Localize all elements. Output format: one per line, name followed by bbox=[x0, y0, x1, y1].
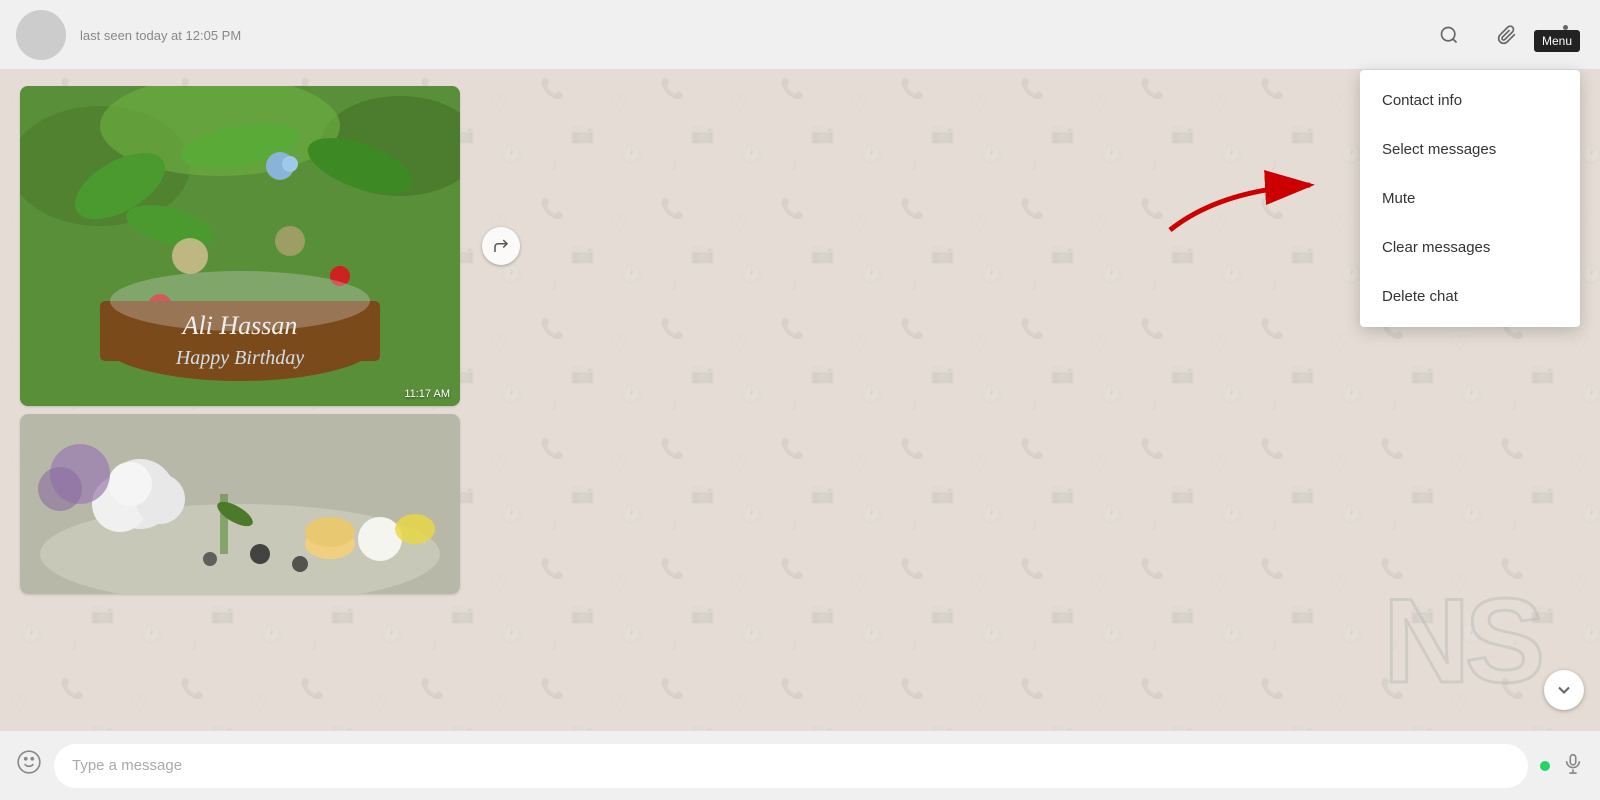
message-bubble-flowers bbox=[20, 414, 460, 594]
forward-icon bbox=[492, 237, 510, 255]
message-input[interactable] bbox=[54, 744, 1528, 788]
attach-button[interactable] bbox=[1488, 16, 1526, 54]
cake-svg: Ali Hassan Happy Birthday bbox=[20, 86, 460, 406]
forward-button[interactable] bbox=[482, 227, 520, 265]
dropdown-menu: Contact info Select messages Mute Clear … bbox=[1360, 70, 1580, 327]
message-received-flowers bbox=[20, 414, 520, 594]
emoji-icon bbox=[16, 749, 42, 775]
header-icons: Menu bbox=[1430, 16, 1584, 54]
emoji-button[interactable] bbox=[16, 749, 42, 782]
paperclip-icon bbox=[1497, 25, 1517, 45]
microphone-button[interactable] bbox=[1562, 752, 1584, 780]
message-time: 11:17 AM bbox=[404, 388, 450, 400]
message-bubble-cake: Ali Hassan Happy Birthday 11:17 AM bbox=[20, 86, 460, 406]
chevron-down-icon bbox=[1554, 680, 1574, 700]
menu-item-select-messages[interactable]: Select messages bbox=[1360, 125, 1580, 174]
menu-item-delete-chat[interactable]: Delete chat bbox=[1360, 272, 1580, 321]
whatsapp-green-dot bbox=[1540, 761, 1550, 771]
scroll-bottom-button[interactable] bbox=[1544, 670, 1584, 710]
cake-image[interactable]: Ali Hassan Happy Birthday 11:17 AM bbox=[20, 86, 460, 406]
menu-tooltip: Menu bbox=[1534, 30, 1580, 52]
flowers-svg bbox=[20, 414, 460, 594]
contact-status: last seen today at 12:05 PM bbox=[80, 28, 1430, 43]
menu-item-mute[interactable]: Mute bbox=[1360, 174, 1580, 223]
ns-watermark: NS bbox=[1383, 572, 1540, 710]
chat-header: last seen today at 12:05 PM Menu bbox=[0, 0, 1600, 70]
contact-info-block: last seen today at 12:05 PM bbox=[80, 26, 1430, 43]
microphone-icon bbox=[1562, 752, 1584, 774]
chat-input-area bbox=[0, 730, 1600, 800]
cake-image-content: Ali Hassan Happy Birthday bbox=[20, 86, 460, 406]
message-received: Ali Hassan Happy Birthday 11:17 AM bbox=[20, 86, 520, 406]
message-bubble-wrap: Ali Hassan Happy Birthday 11:17 AM bbox=[20, 86, 460, 406]
search-icon bbox=[1439, 25, 1459, 45]
search-button[interactable] bbox=[1430, 16, 1468, 54]
menu-item-clear-messages[interactable]: Clear messages bbox=[1360, 223, 1580, 272]
flowers-image[interactable] bbox=[20, 414, 460, 594]
svg-text:Happy Birthday: Happy Birthday bbox=[175, 347, 304, 369]
avatar[interactable] bbox=[16, 10, 66, 60]
message-bubble-wrap-flowers bbox=[20, 414, 460, 594]
menu-item-contact-info[interactable]: Contact info bbox=[1360, 76, 1580, 125]
